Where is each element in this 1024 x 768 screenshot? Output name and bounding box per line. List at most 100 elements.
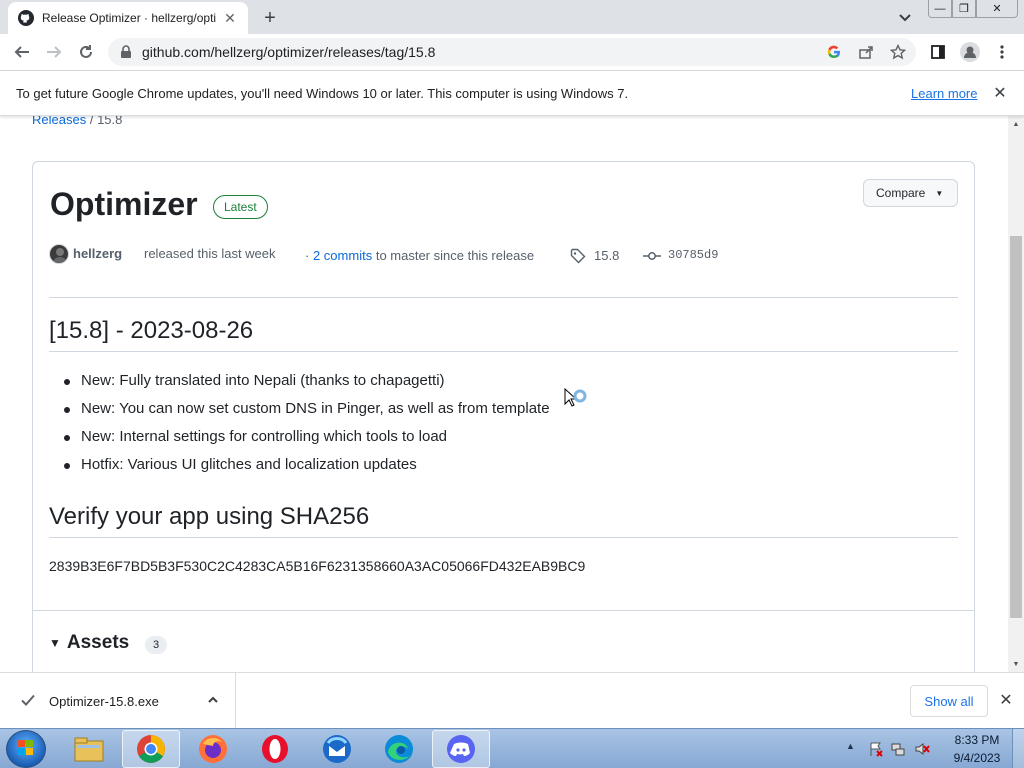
commit-sha-link[interactable]: 30785d9 (668, 248, 718, 262)
chrome-menu-button[interactable] (990, 40, 1014, 64)
sha256-hash: 2839B3E6F7BD5B3F530C2C4283CA5B16F6231358… (49, 558, 586, 574)
changelog-list: New: Fully translated into Nepali (thank… (64, 372, 550, 484)
divider (49, 297, 958, 298)
tab-strip: Release Optimizer · hellzerg/optimizer ✕… (0, 0, 1024, 34)
compare-button[interactable]: Compare ▼ (863, 179, 958, 207)
side-panel-button[interactable] (926, 40, 950, 64)
chevron-up-icon[interactable] (205, 692, 221, 708)
assets-count-badge: 3 (145, 636, 167, 654)
list-item: New: Fully translated into Nepali (thank… (64, 372, 550, 400)
google-icon[interactable] (826, 44, 842, 60)
system-tray: ▲ 8:33 PM 9/4/2023 (844, 729, 1024, 768)
verify-heading: Verify your app using SHA256 (49, 503, 370, 530)
start-button[interactable] (6, 730, 46, 768)
clock-date[interactable]: 9/4/2023 (948, 751, 1006, 765)
chrome-update-infobar: To get future Google Chrome updates, you… (0, 71, 1024, 116)
firefox-icon (199, 735, 227, 763)
opera-icon (262, 735, 288, 763)
share-icon[interactable] (858, 44, 874, 60)
tab-close-icon[interactable]: ✕ (222, 10, 238, 26)
busy-cursor-icon (564, 388, 587, 407)
commits-suffix: to master since this release (375, 248, 535, 263)
triangle-down-icon: ▼ (49, 636, 61, 650)
window-close-button[interactable]: ✕ (976, 0, 1018, 18)
reload-button[interactable] (74, 40, 98, 64)
discord-icon (447, 735, 475, 763)
taskbar-firefox[interactable] (184, 730, 242, 768)
heading-divider (49, 537, 958, 538)
show-desktop-button[interactable] (1012, 729, 1024, 768)
tag-icon (570, 248, 586, 264)
scroll-thumb[interactable] (1010, 236, 1022, 618)
shelf-close-icon[interactable]: ✕ (996, 690, 1016, 710)
git-commit-icon (643, 252, 661, 260)
action-center-flag-icon[interactable] (868, 741, 884, 757)
window-minimize-button[interactable]: — (928, 0, 952, 18)
assets-divider (33, 610, 974, 611)
compare-label: Compare (876, 186, 926, 200)
taskbar-edge[interactable] (370, 730, 428, 768)
network-icon[interactable] (890, 741, 906, 757)
tab-search-chevron-icon[interactable] (896, 8, 914, 26)
bookmark-star-icon[interactable] (890, 44, 906, 60)
list-item: Hotfix: Various UI glitches and localiza… (64, 456, 550, 484)
side-panel-icon (931, 45, 945, 59)
browser-tab-release-optimizer[interactable]: Release Optimizer · hellzerg/optimizer ✕ (8, 2, 248, 34)
tray-expand-icon[interactable]: ▲ (846, 741, 855, 751)
infobar-close-icon[interactable]: ✕ (990, 83, 1010, 103)
scroll-down-arrow-icon[interactable]: ▼ (1008, 656, 1024, 672)
assets-toggle[interactable]: ▼ Assets (49, 632, 129, 654)
thunderbird-icon (323, 735, 351, 763)
lock-icon (121, 45, 131, 58)
commits-link[interactable]: 2 commits (313, 248, 372, 263)
windows-logo-icon (18, 740, 33, 755)
page-content: Releases / 15.8 Optimizer Latest Compare… (0, 116, 1008, 672)
github-icon (18, 10, 34, 26)
heading-divider (49, 351, 958, 352)
url-text: github.com/hellzerg/optimizer/releases/t… (142, 44, 436, 60)
taskbar-explorer[interactable] (60, 730, 118, 768)
window-restore-button[interactable]: ❐ (952, 0, 976, 18)
author-link[interactable]: hellzerg (73, 246, 122, 261)
commits-info: · 2 commits to master since this release (305, 248, 534, 263)
download-file-name: Optimizer-15.8.exe (49, 694, 159, 709)
breadcrumb-separator: / (89, 116, 94, 127)
browser-toolbar: github.com/hellzerg/optimizer/releases/t… (0, 34, 1024, 71)
assets-label: Assets (66, 632, 130, 653)
windows-taskbar: ▲ 8:33 PM 9/4/2023 (0, 728, 1024, 768)
taskbar-thunderbird[interactable] (308, 730, 366, 768)
release-card: Optimizer Latest Compare ▼ hellzerg rele… (32, 161, 975, 672)
release-meta: hellzerg released this last week · 2 com… (49, 244, 949, 266)
breadcrumb-releases-link[interactable]: Releases (32, 116, 86, 127)
reload-icon (80, 45, 92, 58)
forward-arrow-icon (47, 46, 62, 58)
volume-muted-icon[interactable] (914, 741, 930, 757)
release-title: Optimizer (50, 186, 198, 222)
tag-link[interactable]: 15.8 (594, 248, 619, 263)
latest-badge: Latest (213, 195, 268, 219)
taskbar-chrome[interactable] (122, 730, 180, 768)
forward-button[interactable] (42, 40, 66, 64)
checkmark-icon (21, 694, 35, 706)
learn-more-link[interactable]: Learn more (911, 86, 977, 101)
download-item[interactable]: Optimizer-15.8.exe (0, 673, 236, 728)
new-tab-button[interactable]: + (258, 6, 282, 30)
commits-prefix: · (305, 248, 310, 263)
profile-button[interactable] (958, 40, 982, 64)
kebab-menu-icon (1000, 45, 1004, 59)
back-arrow-icon (14, 46, 29, 58)
taskbar-opera[interactable] (246, 730, 304, 768)
taskbar-discord[interactable] (432, 730, 490, 768)
breadcrumb-current: 15.8 (97, 116, 123, 127)
edge-icon (385, 735, 413, 763)
tab-title: Release Optimizer · hellzerg/optimizer (42, 11, 216, 25)
breadcrumb: Releases / 15.8 (32, 116, 122, 127)
address-bar[interactable]: github.com/hellzerg/optimizer/releases/t… (108, 38, 916, 66)
show-all-button[interactable]: Show all (910, 685, 988, 717)
clock-time[interactable]: 8:33 PM (952, 733, 1002, 747)
author-avatar[interactable] (49, 244, 69, 264)
page-scrollbar[interactable]: ▲ ▼ (1008, 116, 1024, 672)
back-button[interactable] (10, 40, 34, 64)
folder-icon (74, 737, 104, 762)
scroll-up-arrow-icon[interactable]: ▲ (1008, 116, 1024, 132)
